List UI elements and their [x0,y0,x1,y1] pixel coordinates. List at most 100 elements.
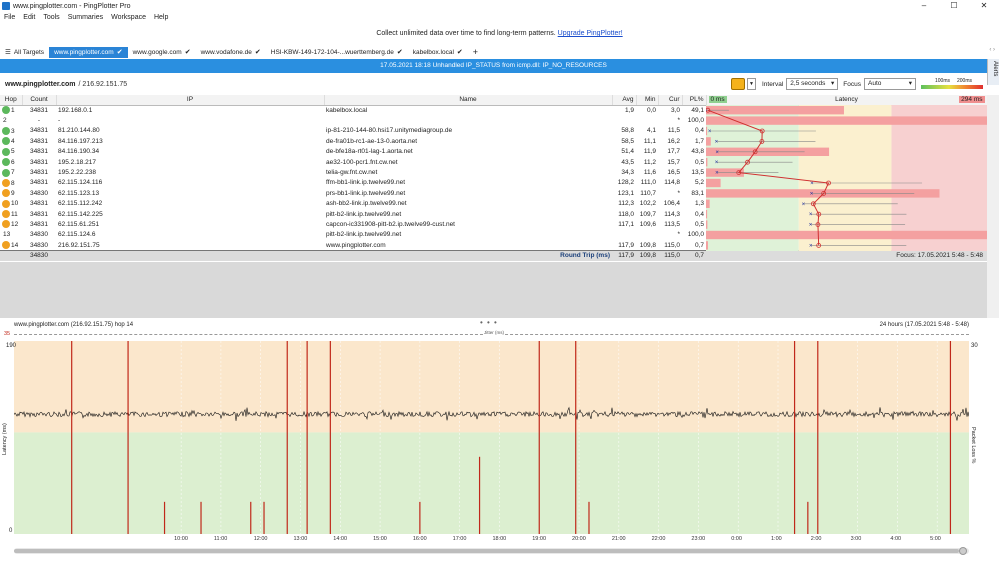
target-header: www.pingplotter.com / 216.92.151.75 ▼ In… [0,75,987,93]
alerts-sidebar[interactable]: Alerts [987,59,999,85]
pl-axis-label: Packet Loss % [970,427,976,464]
trace-table: Hop Count IP Name Avg Min Cur PL% 0 ms L… [0,95,988,261]
x-tick-label: 15:00 [373,536,387,542]
table-row[interactable]: 1 34831 192.168.0.1 kabelbox.local 1,9 0,0 3,0… [0,105,987,115]
hop-status-icon [2,199,10,208]
table-row[interactable]: 10 34831 62.115.112.242 ash-bb2-link.ip.twe… [0,199,987,209]
hop-status-icon [2,210,10,219]
hop-status-icon [2,147,10,156]
avg-cell: 58,8 [621,127,634,135]
cur-cell: * [677,117,680,125]
focus-range[interactable]: Focus: 17.05.2021 5:48 - 5:48 [706,249,987,261]
col-min[interactable]: Min [636,95,659,106]
hop-cell: 5 [0,147,22,157]
table-row[interactable]: 7 34831 195.2.22.238 telia-gw.fnt.cw.net 34,… [0,167,987,177]
table-row[interactable]: 12 34831 62.115.61.251 capcon-ic331908-pitt… [0,219,987,229]
interval-select[interactable]: 2,5 seconds ▾ [786,78,839,90]
avg-cell: 58,5 [621,137,634,145]
latency-max-label: 294 ms [959,96,985,103]
col-avg[interactable]: Avg [612,95,637,106]
table-row[interactable]: 3 34831 81.210.144.80 ip-81-210-144-80.hsi1… [0,126,987,136]
menu-workspace[interactable]: Workspace [111,14,146,21]
scroll-knob[interactable] [959,547,967,555]
round-trip-label: Round Trip (ms) [324,249,612,261]
promo-text: Collect unlimited data over time to find… [376,30,556,37]
col-latency[interactable]: 0 ms Latency 294 ms [706,95,988,106]
avg-cell: 1,9 [624,106,634,114]
min-cell: 0,0 [646,106,656,114]
col-ip[interactable]: IP [56,95,325,106]
menu-edit[interactable]: Edit [23,14,35,21]
tab-pingplotter[interactable]: www.pingplotter.com ✔ [49,47,128,58]
upgrade-link[interactable]: Upgrade PingPlotter! [558,30,623,37]
cur-cell: 15,7 [667,158,680,166]
graph-range[interactable]: 24 hours (17.05.2021 5:48 - 5:48) [880,322,969,328]
min-cell: 109,6 [639,220,656,228]
legend-100: 100ms [935,78,951,84]
menu-tools[interactable]: Tools [43,14,59,21]
error-banner: 17.05.2021 18:18 Unhandled IP_STATUS fro… [0,59,987,73]
menu-help[interactable]: Help [154,14,168,21]
timeline-graph[interactable] [13,341,970,534]
table-row[interactable]: 13 34830 62.115.124.6 pitt-b2-link.ip.twelv… [0,230,987,240]
pl-cell: 100,0 [687,117,704,125]
table-row[interactable]: 11 34831 62.115.142.225 pitt-b2-link.ip.twe… [0,209,987,219]
min-cell: 11,2 [643,158,656,166]
table-row[interactable]: 6 34831 195.2.18.217 ae32-100-pcr1.fnt.cw.n… [0,157,987,167]
hop-status-icon [2,189,10,198]
table-row[interactable]: 8 34831 62.115.124.116 ffm-bb1-link.ip.twel… [0,178,987,188]
summary-count: 34830 [22,249,56,261]
hop-status-icon [2,137,10,146]
table-row[interactable]: 4 34831 84.116.197.213 de-fra01b-rc1-ae-13-… [0,136,987,146]
hop-cell: 12 [0,219,22,229]
minimize-button[interactable]: – [909,0,939,12]
tab-hsi-kbw[interactable]: HSI-KBW-149-172-104-...wuerttemberg.de ✔ [266,47,408,58]
target-ip: / 216.92.151.75 [78,80,128,88]
hop-cell: 14 [0,240,22,250]
jitter-max: 35 [4,331,11,337]
cur-cell: 11,5 [667,127,680,135]
table-row[interactable]: 9 34830 62.115.123.13 prs-bb1-link.ip.twelv… [0,188,987,198]
col-name[interactable]: Name [324,95,613,106]
avg-cell: 117,1 [618,220,634,228]
count-cell: 34830 [29,241,49,249]
menu-file[interactable]: File [4,14,15,21]
ip-cell: 84.116.197.213 [58,137,103,145]
vertical-scrollbar[interactable] [987,95,999,318]
col-count[interactable]: Count [22,95,57,106]
close-button[interactable]: ✕ [969,0,999,12]
pause-button[interactable] [730,78,745,90]
table-row[interactable]: 5 34831 84.116.190.34 de-bfe18a-rt01-lag-1.… [0,147,987,157]
count-cell: 34831 [29,158,49,166]
focus-select[interactable]: Auto ▾ [864,78,916,90]
avg-cell: 34,3 [621,169,634,177]
maximize-button[interactable]: ☐ [939,0,969,12]
x-tick-label: 13:00 [293,536,308,542]
y-max-label: 190 [6,343,17,349]
col-pl[interactable]: PL% [682,95,707,106]
hop-cell: 4 [0,136,22,146]
promo-banner: Collect unlimited data over time to find… [0,30,999,42]
x-tick-label: 19:00 [532,536,547,542]
table-row[interactable]: 14 34830 216.92.151.75 www.pingplotter.com 1… [0,240,987,250]
menu-summaries[interactable]: Summaries [68,14,103,21]
avg-cell: 112,3 [618,200,634,208]
tab-google[interactable]: www.google.com ✔ [128,47,196,58]
add-tab-button[interactable]: + [468,47,483,58]
count-cell: 34831 [29,200,49,208]
tab-all-targets[interactable]: ☰ All Targets [0,47,49,58]
legend-gradient [921,85,983,89]
tab-label: All Targets [13,49,45,56]
horizontal-scrollbar[interactable] [14,547,969,555]
tab-vodafone[interactable]: www.vodafone.de ✔ [196,47,266,58]
col-hop[interactable]: Hop [0,95,23,106]
scroll-thumb[interactable] [14,549,959,553]
hop-status-icon [2,220,10,229]
tab-kabelbox[interactable]: kabelbox.local ✔ [408,47,468,58]
count-cell: 34831 [29,210,49,218]
col-cur[interactable]: Cur [658,95,683,106]
table-row[interactable]: 2 - - * 100,0 [0,115,987,125]
chevron-down-icon[interactable]: ▼ [746,78,756,90]
tab-scroll-arrows[interactable]: ‹ › [989,47,995,53]
hop-status-icon [2,126,10,135]
